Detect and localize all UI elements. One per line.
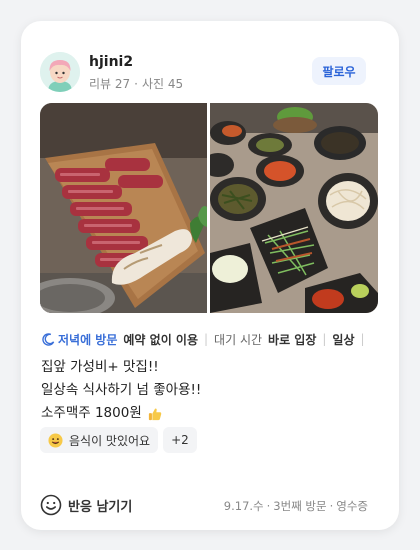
purpose-tag: 일상 bbox=[332, 332, 355, 347]
user-stats: 리뷰 27 · 사진 45 bbox=[89, 75, 183, 92]
avatar-illustration bbox=[40, 52, 80, 92]
username[interactable]: hjini2 bbox=[89, 54, 133, 70]
visit-count: 3번째 방문 bbox=[273, 499, 327, 513]
wait-time-label: 대기 시간 bbox=[214, 332, 263, 347]
review-line-text: 소주맥주 1800원 bbox=[41, 405, 142, 421]
avatar[interactable] bbox=[40, 52, 80, 92]
review-photos bbox=[40, 103, 378, 313]
visit-tags: 저녁에 방문 예약 없이 이용 | 대기 시간 바로 입장 | 일상 | … bbox=[42, 330, 380, 348]
thumbs-up-icon bbox=[148, 407, 161, 420]
review-count: 리뷰 27 bbox=[89, 77, 131, 91]
wait-time-value: 바로 입장 bbox=[268, 332, 317, 347]
side-dishes-image bbox=[210, 103, 378, 313]
review-card: hjini2 리뷰 27 · 사진 45 팔로우 저녁에 방문 예약 없이 이용… bbox=[21, 21, 399, 530]
photo-count: 사진 45 bbox=[142, 77, 184, 91]
react-button[interactable]: 반응 남기기 bbox=[40, 493, 132, 517]
review-body[interactable]: 집앞 가성비+ 맛집!! 일상속 식사하기 넘 좋아용!! 소주맥주 1800원 bbox=[41, 356, 380, 425]
photo-side-dishes[interactable] bbox=[210, 103, 378, 313]
visit-info-separator: · bbox=[266, 499, 271, 513]
keyword-chip-label: 음식이 맛있어요 bbox=[69, 433, 151, 448]
photo-raw-beef[interactable] bbox=[40, 103, 207, 313]
stats-separator: · bbox=[134, 77, 138, 91]
review-header: hjini2 리뷰 27 · 사진 45 팔로우 bbox=[40, 52, 380, 96]
tag-separator: | bbox=[360, 332, 365, 346]
smile-outline-icon bbox=[40, 494, 62, 516]
tag-separator: | bbox=[322, 332, 327, 346]
smiling-face-icon bbox=[48, 432, 63, 448]
review-footer: 반응 남기기 9.17.수 · 3번째 방문 · 영수증 bbox=[40, 493, 380, 519]
raw-beef-platter-image bbox=[40, 103, 207, 313]
visit-time-tag: 저녁에 방문 bbox=[42, 331, 117, 348]
keyword-chip[interactable]: 음식이 맛있어요 bbox=[40, 427, 159, 453]
more-keywords-chip[interactable]: +2 bbox=[163, 427, 197, 453]
visit-info: 9.17.수 · 3번째 방문 · 영수증 bbox=[224, 498, 368, 514]
visit-time-label: 저녁에 방문 bbox=[58, 332, 118, 347]
visit-info-separator: · bbox=[329, 499, 334, 513]
review-line: 소주맥주 1800원 bbox=[41, 402, 380, 425]
receipt-proof: 영수증 bbox=[336, 499, 368, 513]
react-button-label: 반응 남기기 bbox=[68, 499, 133, 515]
review-line: 일상속 식사하기 넘 좋아용!! bbox=[41, 382, 202, 398]
moon-icon bbox=[42, 332, 55, 346]
review-line: 집앞 가성비+ 맛집!! bbox=[41, 359, 159, 375]
reservation-tag: 예약 없이 이용 bbox=[123, 332, 198, 347]
tag-separator: | bbox=[204, 332, 209, 346]
keyword-chips: 음식이 맛있어요 +2 bbox=[40, 427, 197, 453]
follow-button[interactable]: 팔로우 bbox=[312, 57, 366, 85]
visit-date: 9.17.수 bbox=[223, 499, 264, 513]
